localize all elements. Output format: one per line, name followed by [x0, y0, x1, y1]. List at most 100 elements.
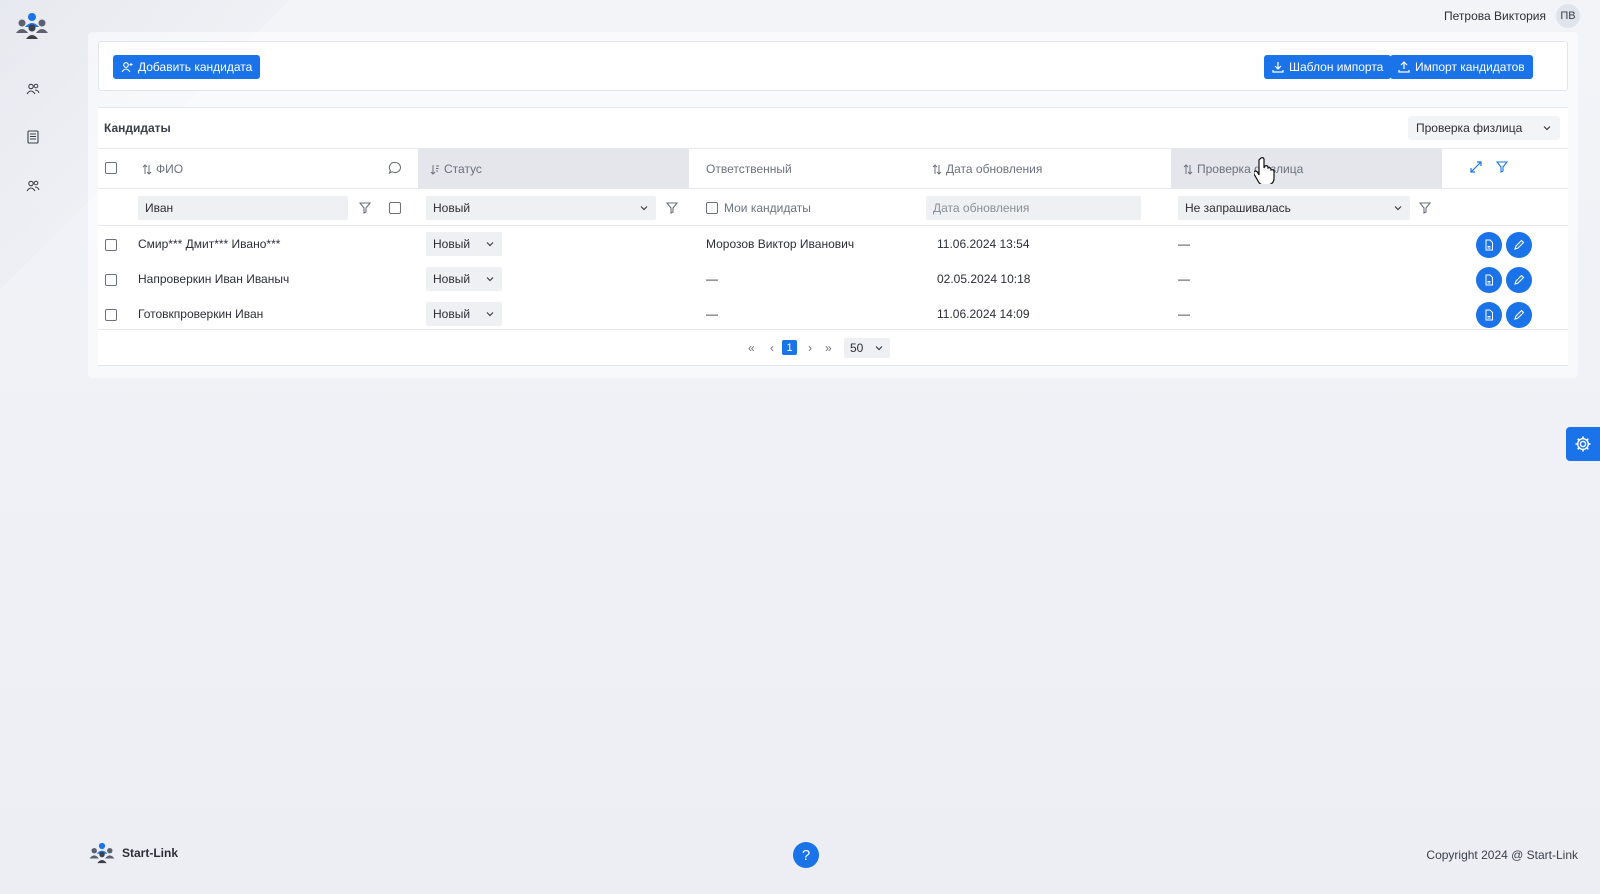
- pointer-cursor-icon: [1254, 157, 1275, 184]
- chevron-down-icon: [486, 242, 494, 247]
- clear-filters-icon[interactable]: [1496, 161, 1508, 173]
- pdf-icon: [1485, 274, 1493, 286]
- team-logo-icon[interactable]: [14, 12, 50, 40]
- filter-icon[interactable]: [665, 201, 679, 215]
- panel-title: Кандидаты: [104, 121, 171, 135]
- filter-icon[interactable]: [1418, 201, 1432, 215]
- row-checkbox[interactable]: [105, 309, 117, 321]
- settings-button[interactable]: [1566, 427, 1600, 461]
- row-checkbox[interactable]: [105, 274, 117, 286]
- row-status-select[interactable]: Новый: [426, 302, 502, 326]
- sort-icon: [142, 163, 152, 175]
- edit-button[interactable]: [1506, 267, 1532, 293]
- row-fio[interactable]: Готовкпроверкин Иван: [138, 307, 263, 321]
- team-logo-icon: [89, 842, 115, 864]
- updated-filter-input[interactable]: Дата обновления: [926, 196, 1141, 220]
- check-filter-select[interactable]: Не запрашивалась: [1178, 196, 1410, 220]
- row-responsible: —: [706, 307, 718, 321]
- row-updated: 11.06.2024 13:54: [937, 237, 1030, 251]
- next-page-button[interactable]: ›: [808, 341, 812, 355]
- edit-button[interactable]: [1506, 302, 1532, 328]
- import-candidates-button[interactable]: Импорт кандидатов: [1390, 55, 1533, 79]
- row-status-select[interactable]: Новый: [426, 232, 502, 256]
- my-candidates-checkbox[interactable]: [706, 202, 718, 214]
- prev-page-button[interactable]: ‹: [770, 341, 774, 355]
- page-1-button[interactable]: 1: [782, 340, 797, 355]
- row-status-value: Новый: [433, 237, 471, 251]
- table-row[interactable]: Смир*** Дмит*** Ивано*** Новый Морозов В…: [98, 227, 1568, 262]
- chevron-down-icon: [875, 346, 883, 351]
- filter-icon[interactable]: [358, 201, 372, 215]
- expand-icon[interactable]: [1470, 161, 1482, 173]
- view-select-value: Проверка физлица: [1416, 121, 1523, 135]
- comment-icon[interactable]: [388, 161, 402, 175]
- download-icon: [1272, 62, 1284, 73]
- column-header-status[interactable]: Статус: [430, 162, 482, 176]
- pdf-button[interactable]: [1476, 302, 1502, 328]
- column-header-updated[interactable]: Дата обновления: [932, 162, 1042, 176]
- row-checkbox[interactable]: [105, 239, 117, 251]
- first-page-button[interactable]: «: [748, 341, 755, 355]
- pdf-icon: [1485, 309, 1493, 321]
- chevron-down-icon: [486, 312, 494, 317]
- footer-brand-label: Start-Link: [122, 846, 179, 860]
- user-menu[interactable]: Петрова Виктория ПВ: [1444, 4, 1580, 28]
- pdf-icon: [1485, 239, 1493, 251]
- sort-icon: [430, 164, 439, 175]
- table-row[interactable]: Напроверкин Иван Иваныч Новый — 02.05.20…: [98, 262, 1568, 297]
- row-status-select[interactable]: Новый: [426, 267, 502, 291]
- import-template-button[interactable]: Шаблон импорта: [1264, 55, 1392, 79]
- comment-filter-checkbox[interactable]: [389, 202, 401, 214]
- gear-icon: [1575, 436, 1591, 452]
- candidates-card: Добавить кандидата Шаблон импорта Импорт…: [88, 32, 1578, 378]
- sidebar: [0, 0, 66, 300]
- column-header-responsible-label: Ответственный: [706, 162, 792, 176]
- candidates-table-panel: Кандидаты Проверка физлица ФИО Статус От…: [98, 107, 1568, 366]
- column-header-check-label: Проверка физлица: [1197, 162, 1304, 176]
- row-updated: 11.06.2024 14:09: [937, 307, 1030, 321]
- table-row[interactable]: Готовкпроверкин Иван Новый — 11.06.2024 …: [98, 297, 1568, 332]
- user-add-icon: [121, 62, 133, 73]
- sidebar-item-documents[interactable]: [24, 128, 42, 146]
- edit-icon: [1514, 309, 1525, 320]
- avatar[interactable]: ПВ: [1556, 4, 1580, 28]
- row-check: —: [1178, 237, 1190, 251]
- fio-filter-input[interactable]: Иван: [138, 196, 348, 220]
- sidebar-item-employees[interactable]: [24, 177, 42, 195]
- status-filter-select[interactable]: Новый: [426, 196, 656, 220]
- select-all-checkbox[interactable]: [105, 162, 117, 174]
- edit-icon: [1514, 239, 1525, 250]
- pagination: « ‹ 1 › » 50: [98, 329, 1568, 366]
- edit-icon: [1514, 274, 1525, 285]
- column-header-fio-label: ФИО: [156, 162, 184, 176]
- help-button[interactable]: ?: [793, 842, 819, 868]
- column-header-updated-label: Дата обновления: [946, 162, 1043, 176]
- view-select[interactable]: Проверка физлица: [1408, 116, 1560, 140]
- pdf-button[interactable]: [1476, 232, 1502, 258]
- page-size-value: 50: [850, 341, 864, 355]
- users-icon: [26, 180, 40, 192]
- last-page-button[interactable]: »: [825, 341, 832, 355]
- upload-icon: [1398, 61, 1410, 73]
- column-header-check[interactable]: Проверка физлица: [1183, 162, 1303, 176]
- row-check: —: [1178, 307, 1190, 321]
- pdf-button[interactable]: [1476, 267, 1502, 293]
- column-header-fio[interactable]: ФИО: [142, 162, 183, 176]
- add-candidate-label: Добавить кандидата: [138, 60, 253, 74]
- document-icon: [27, 130, 39, 144]
- import-candidates-label: Импорт кандидатов: [1415, 60, 1525, 74]
- column-header-responsible[interactable]: Ответственный: [706, 162, 792, 176]
- my-candidates-label: Мои кандидаты: [724, 201, 811, 215]
- footer-brand[interactable]: Start-Link: [88, 842, 178, 864]
- sidebar-item-candidates[interactable]: [24, 80, 42, 98]
- row-fio[interactable]: Смир*** Дмит*** Ивано***: [138, 237, 280, 251]
- row-check: —: [1178, 272, 1190, 286]
- add-candidate-button[interactable]: Добавить кандидата: [113, 55, 261, 79]
- page-size-select[interactable]: 50: [844, 338, 890, 358]
- filter-row: Иван Новый Мои кандидаты Дата обновления…: [98, 188, 1568, 226]
- copyright-text: Copyright 2024 @ Start-Link: [1426, 848, 1578, 862]
- row-fio[interactable]: Напроверкин Иван Иваныч: [138, 272, 289, 286]
- edit-button[interactable]: [1506, 232, 1532, 258]
- users-icon: [26, 83, 40, 95]
- row-responsible: Морозов Виктор Иванович: [706, 237, 855, 251]
